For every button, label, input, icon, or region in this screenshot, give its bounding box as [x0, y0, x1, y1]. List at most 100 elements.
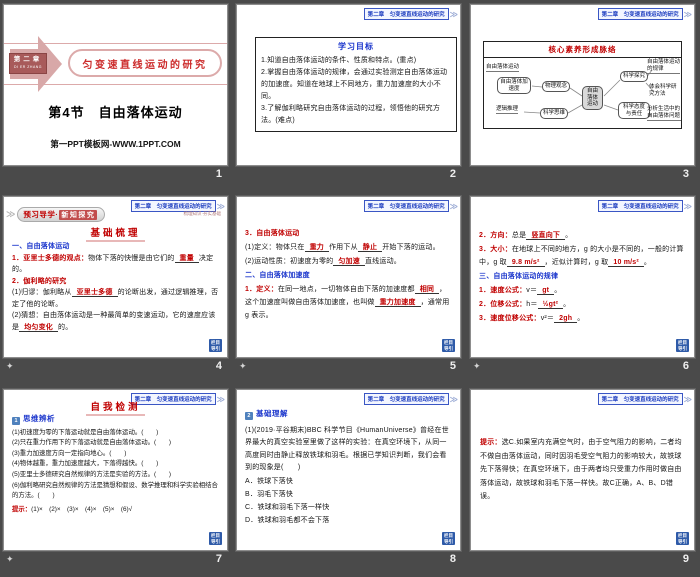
- chapter-header-text: 第二章 匀变速直线运动的研究: [597, 8, 683, 20]
- slide-8-thumbnail[interactable]: 第二章 匀变速直线运动的研究 ≫ 2 基础理解 (1)(2019·平谷期末)BBC…: [235, 388, 462, 552]
- slide-1-thumbnail[interactable]: 第二章 DI ER ZHANG 匀变速直线运动的研究 第4节 自由落体运动 第一…: [2, 3, 229, 167]
- nav-tag[interactable]: 栏目 导引: [209, 532, 222, 545]
- slide-6-thumbnail[interactable]: 第二章 匀变速直线运动的研究 ≫ 2．方向：总是 竖直向下。 3．大小：在地球上不…: [469, 195, 696, 359]
- fill-blank: ½gt²: [537, 301, 564, 309]
- fill-blank: 10 m/s²: [608, 259, 644, 267]
- text-line: 3．大小：在地球上不同的地方，g 的大小是不同的，一般的计算中，g 取 9.8 m…: [479, 246, 684, 267]
- chapter-header-text: 第二章 匀变速直线运动的研究: [363, 200, 449, 212]
- sub-heading: 三、自由落体运动的规律: [479, 273, 559, 280]
- slide-5-thumbnail[interactable]: 第二章 匀变速直线运动的研究 ≫ 3．自由落体运动 (1)定义：物体只在 重力 作用…: [235, 195, 462, 359]
- mindmap: 自由落体运动 自由落体加速度 逻辑推理 物理观念 科学思维 自由落体运动 科学探…: [484, 58, 681, 128]
- chapter-header: 第二章 匀变速直线运动的研究 ≫: [597, 200, 692, 212]
- map-label: 自由落体运动的规律: [647, 59, 681, 74]
- fill-blank: 均匀变化: [19, 323, 59, 332]
- text-line: 1．亚里士多德的观点：物体下落的快慢是由它们的 重量 决定的。: [12, 254, 214, 273]
- fill-blank: 亚里士多德: [71, 289, 118, 297]
- map-center-node: 自由落体运动: [582, 86, 603, 110]
- chevron-right-icon: ≫: [683, 394, 692, 404]
- slide-number: 6: [682, 360, 689, 372]
- chevron-right-icon: ≫: [449, 9, 458, 19]
- nav-tag[interactable]: 栏目 导引: [442, 339, 455, 352]
- objective-item: 2.掌握自由落体运动的规律，会通过实验测定自由落体运动的加速度。知道在地球上不同…: [261, 69, 448, 100]
- chevron-right-icon: ≫: [449, 201, 458, 211]
- chapter-header: 第二章 匀变速直线运动的研究 ≫: [363, 200, 458, 212]
- slide-content: 2 基础理解 (1)(2019·平谷期末)BBC 科学节目《HumanUniver…: [245, 408, 452, 527]
- map-label: 逻辑推理: [496, 106, 519, 114]
- slide-cell-8: 第二章 匀变速直线运动的研究 ≫ 2 基础理解 (1)(2019·平谷期末)BBC…: [233, 385, 467, 577]
- map-label: 体会科学研究方法: [649, 84, 677, 97]
- slide-cell-6: 第二章 匀变速直线运动的研究 ≫ 2．方向：总是 竖直向下。 3．大小：在地球上不…: [467, 192, 700, 385]
- slide-content: 3．自由落体运动 (1)定义：物体只在 重力 作用下从 静止 开始下落的运动。 (2)运…: [245, 227, 452, 323]
- chevron-right-icon: ≫: [683, 201, 692, 211]
- slide-cell-3: 第二章 匀变速直线运动的研究 ≫ 核心素养形成脉络 自由落体运动 自由落体加速度…: [467, 0, 700, 192]
- slide-cell-1: 第二章 DI ER ZHANG 匀变速直线运动的研究 第4节 自由落体运动 第一…: [0, 0, 233, 192]
- animation-star-icon[interactable]: ✦: [6, 554, 14, 565]
- question-stem: (1)(2019·平谷期末)BBC 科学节目《HumanUniverse》曾经在…: [245, 426, 449, 472]
- fill-blank: 静止: [357, 244, 383, 252]
- section-title: 基础梳理: [4, 223, 227, 242]
- sub-heading: 3．自由落体运动: [245, 230, 300, 237]
- slide-sorter-view: 第二章 DI ER ZHANG 匀变速直线运动的研究 第4节 自由落体运动 第一…: [0, 0, 700, 577]
- nav-tag[interactable]: 栏目 导引: [676, 532, 689, 545]
- sub-heading: 二、自由落体加速度: [245, 272, 310, 279]
- sub-heading-row: 2 基础理解: [245, 408, 452, 422]
- chevron-right-icon: ≫: [683, 9, 692, 19]
- map-node: 科学思维: [540, 108, 569, 119]
- slide-number: 9: [682, 553, 689, 565]
- chapter-badge-pinyin: DI ER ZHANG: [13, 65, 43, 69]
- chapter-badge: 第二章 DI ER ZHANG: [9, 53, 47, 74]
- slide-7-thumbnail[interactable]: 第二章 匀变速直线运动的研究 ≫ 自我检测 1 思维辨析 (1)初速度为零的下落运…: [2, 388, 229, 552]
- slide-cell-9: 第二章 匀变速直线运动的研究 ≫ 提示：选C.如果室内充满空气时，由于空气阻力的…: [467, 385, 700, 577]
- objective-item: 3.了解伽利略研究自由落体运动的过程，领悟他的研究方法。(难点): [261, 105, 441, 124]
- fill-blank: 2gh: [554, 315, 578, 323]
- objectives-title: 学习目标: [338, 42, 374, 51]
- template-credit: 第一PPT模板网-WWW.1PPT.COM: [50, 139, 181, 149]
- chapter-banner: 匀变速直线运动的研究: [68, 49, 222, 77]
- chapter-header-text: 第二章 匀变速直线运动的研究: [363, 8, 449, 20]
- map-label: 自由落体加速度: [497, 77, 531, 94]
- text-line: (1)定义：物体只在 重力 作用下从 静止 开始下落的运动。: [245, 244, 440, 252]
- slide-number: 4: [215, 360, 222, 372]
- nav-tag[interactable]: 栏目 导引: [209, 339, 222, 352]
- map-label: 分析生活中的自由落体问题: [647, 106, 681, 121]
- nav-tag[interactable]: 栏目 导引: [442, 532, 455, 545]
- slide-content: 2．方向：总是 竖直向下。 3．大小：在地球上不同的地方，g 的大小是不同的，一般…: [479, 229, 686, 326]
- lesson-title: 第4节 自由落体运动: [48, 105, 183, 120]
- fill-blank: 相同: [414, 286, 440, 294]
- fill-blank: 重量: [174, 254, 199, 263]
- fill-blank: 重力加速度: [374, 299, 421, 307]
- sub-heading-row: 1 思维辨析: [12, 414, 220, 426]
- chevron-right-icon: ≫: [216, 201, 225, 211]
- slide-number: 2: [449, 168, 456, 180]
- objective-item: 1.知道自由落体运动的条件、性质和特点。(重点): [261, 57, 417, 64]
- check-item: (1)初速度为零的下落运动就是自由落体运动。( ): [12, 428, 159, 436]
- option: B．羽毛下落快: [245, 490, 294, 498]
- slide-number: 5: [449, 360, 456, 372]
- animation-star-icon[interactable]: ✦: [473, 361, 481, 372]
- slide-4-thumbnail[interactable]: 第二章 匀变速直线运动的研究 ≫ ≫ 预习导学· 新知探究 梳理知识·夯实基础 …: [2, 195, 229, 359]
- slide-9-thumbnail[interactable]: 第二章 匀变速直线运动的研究 ≫ 提示：选C.如果室内充满空气时，由于空气阻力的…: [469, 388, 696, 552]
- option: D．铁球和羽毛都不会下落: [245, 516, 330, 524]
- check-item: (4)物体越重，重力加速度越大，下落得越快。( ): [12, 460, 159, 468]
- slide-2-thumbnail[interactable]: 第二章 匀变速直线运动的研究 ≫ 学习目标 1.知道自由落体运动的条件、性质和特…: [235, 3, 462, 167]
- map-node: 科学态度与责任: [618, 102, 650, 119]
- slide-cell-7: 第二章 匀变速直线运动的研究 ≫ 自我检测 1 思维辨析 (1)初速度为零的下落运…: [0, 385, 233, 577]
- ribbon-label: 预习导学·: [23, 210, 59, 219]
- text-line: 1．定义：在同一地点，一切物体自由下落的加速度都 相同 ，这个加速度叫做自由落体加速…: [245, 286, 450, 319]
- slide-number: 1: [215, 168, 222, 180]
- slide-content: 提示：选C.如果室内充满空气时，由于空气阻力的影响，二者均不做自由落体运动，同时…: [480, 436, 686, 504]
- text-line: (2)运动性质：初速度为零的 匀加速 直线运动。: [245, 258, 401, 266]
- animation-star-icon[interactable]: ✦: [6, 361, 14, 372]
- animation-star-icon[interactable]: ✦: [239, 361, 247, 372]
- map-node: 物理观念: [542, 81, 571, 92]
- slide-3-thumbnail[interactable]: 第二章 匀变速直线运动的研究 ≫ 核心素养形成脉络 自由落体运动 自由落体加速度…: [469, 3, 696, 167]
- fill-blank: 竖直向下: [526, 232, 566, 240]
- check-item: (5)亚里士多德研究自然规律的方法是实验的方法。( ): [12, 470, 172, 478]
- formula-line: 1．速度公式：v＝ gt。: [479, 287, 562, 295]
- hint-line: 提示：(1)× (2)× (3)× (4)× (5)× (6)√: [12, 505, 133, 513]
- mindmap-title: 核心素养形成脉络: [484, 42, 681, 58]
- nav-tag[interactable]: 栏目 导引: [676, 339, 689, 352]
- slide-number: 8: [449, 553, 456, 565]
- slide-content: 一、自由落体运动 1．亚里士多德的观点：物体下落的快慢是由它们的 重量 决定的。 2…: [12, 241, 219, 333]
- fill-blank: 重力: [304, 244, 329, 252]
